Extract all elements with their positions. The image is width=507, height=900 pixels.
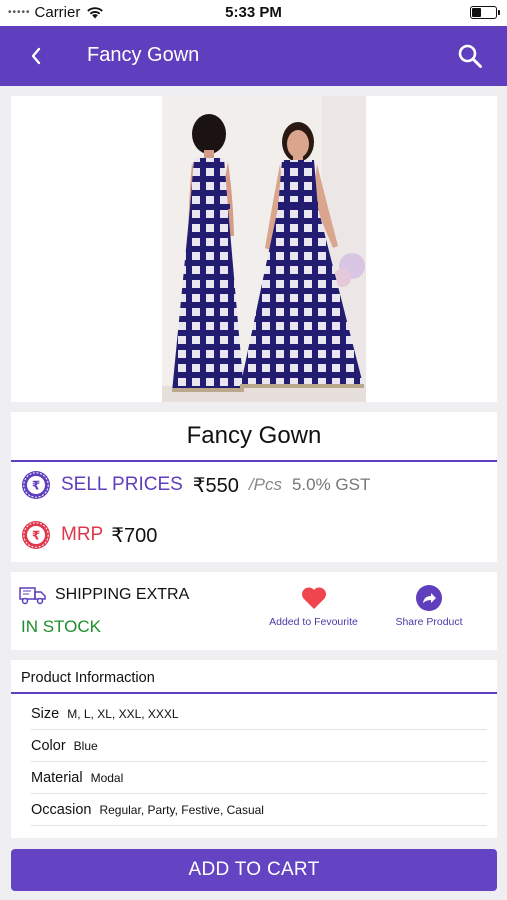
add-to-cart-button[interactable]: ADD TO CART bbox=[11, 849, 497, 891]
info-value: Regular, Party, Festive, Casual bbox=[99, 802, 264, 817]
info-row-color: Color Blue bbox=[31, 730, 487, 762]
sell-price-label: SELL PRICES bbox=[61, 474, 183, 495]
svg-text:₹: ₹ bbox=[32, 529, 40, 543]
svg-text:₹: ₹ bbox=[32, 479, 40, 493]
gst-label: 5.0% GST bbox=[291, 475, 371, 494]
rupee-coin-icon: ₹ bbox=[22, 471, 50, 499]
product-info-card: Product Informaction Size M, L, XL, XXL,… bbox=[11, 660, 497, 838]
rupee-coin-icon: ₹ bbox=[22, 521, 50, 549]
carrier-indicator: ••••• Carrier bbox=[8, 4, 104, 21]
sell-price-row: ₹ SELL PRICES ₹550 /Pcs 5.0% GST bbox=[21, 470, 370, 500]
share-arrow-icon bbox=[416, 585, 442, 611]
mrp-row: ₹ MRP ₹700 bbox=[21, 520, 157, 550]
page-title: Fancy Gown bbox=[87, 44, 200, 66]
sell-price-value: ₹550 bbox=[192, 474, 239, 497]
favourite-button[interactable]: Added to Fevourite bbox=[266, 584, 361, 628]
wifi-icon bbox=[87, 7, 104, 19]
info-key: Size bbox=[31, 705, 60, 722]
chevron-left-icon bbox=[31, 47, 41, 65]
product-image-card bbox=[11, 96, 497, 402]
stock-status: IN STOCK bbox=[21, 617, 101, 636]
price-unit: /Pcs bbox=[248, 475, 282, 494]
divider bbox=[11, 692, 497, 694]
info-value: Blue bbox=[73, 738, 98, 753]
product-name: Fancy Gown bbox=[186, 422, 322, 449]
signal-dots-icon: ••••• bbox=[8, 7, 31, 18]
product-info-header: Product Informaction bbox=[21, 670, 155, 686]
carrier-label: Carrier bbox=[34, 4, 81, 21]
share-label: Share Product bbox=[395, 616, 463, 628]
info-row-material: Material Modal bbox=[31, 762, 487, 794]
gown-illustration bbox=[162, 96, 366, 402]
shipping-status: SHIPPING EXTRA bbox=[55, 586, 190, 603]
search-icon bbox=[458, 44, 482, 68]
app-bar: Fancy Gown bbox=[0, 26, 507, 86]
info-key: Material bbox=[31, 769, 83, 786]
mrp-value: ₹700 bbox=[111, 524, 158, 547]
mrp-label: MRP bbox=[61, 524, 104, 545]
favourite-label: Added to Fevourite bbox=[269, 616, 358, 628]
heart-icon bbox=[301, 587, 326, 609]
info-row-occasion: Occasion Regular, Party, Festive, Casual bbox=[31, 794, 487, 826]
info-row-size: Size M, L, XL, XXL, XXXL bbox=[31, 698, 487, 730]
status-bar: ••••• Carrier 5:33 PM bbox=[0, 0, 507, 26]
search-button[interactable] bbox=[453, 39, 487, 73]
info-key: Occasion bbox=[31, 801, 92, 818]
product-summary-card: Fancy Gown ₹ SELL PRICES ₹550 /Pcs 5.0% … bbox=[11, 412, 497, 562]
delivery-truck-icon bbox=[19, 587, 46, 605]
product-image[interactable] bbox=[162, 96, 366, 402]
battery-icon bbox=[470, 6, 500, 19]
back-button[interactable] bbox=[20, 40, 52, 72]
share-product-button[interactable]: Share Product bbox=[389, 584, 469, 628]
info-value: Modal bbox=[90, 770, 124, 785]
info-value: M, L, XL, XXL, XXXL bbox=[67, 706, 179, 721]
shipping-card: SHIPPING EXTRA IN STOCK Added to Fevouri… bbox=[11, 572, 497, 650]
divider bbox=[11, 460, 497, 462]
info-key: Color bbox=[31, 737, 66, 754]
